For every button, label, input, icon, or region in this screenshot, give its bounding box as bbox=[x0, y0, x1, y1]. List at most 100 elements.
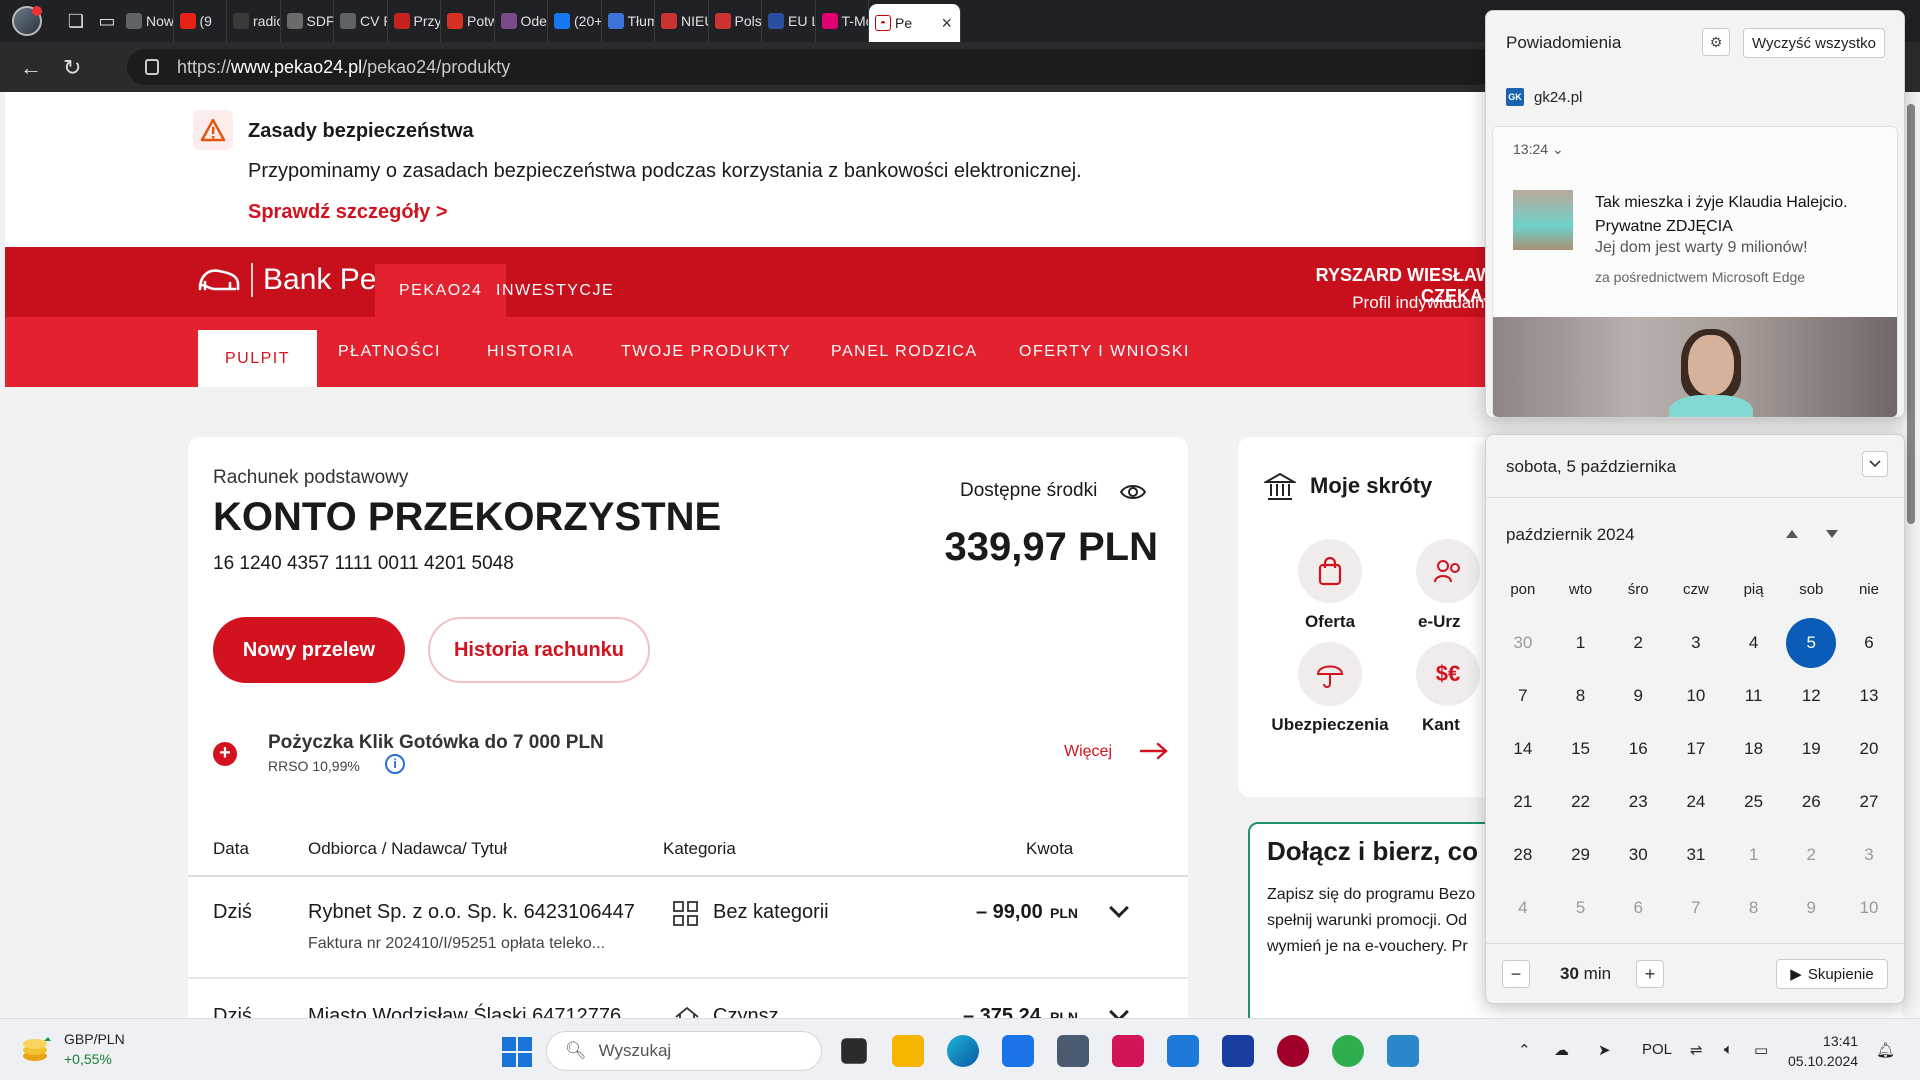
calendar-day[interactable]: 21 bbox=[1494, 775, 1552, 828]
insurance-shortcut-icon[interactable] bbox=[1298, 642, 1362, 706]
tab-actions-icon[interactable]: ▭ bbox=[95, 9, 119, 33]
calendar-day[interactable]: 7 bbox=[1494, 669, 1552, 722]
collapse-calendar-icon[interactable] bbox=[1862, 451, 1888, 477]
loan-title[interactable]: Pożyczka Klik Gotówka do 7 000 PLN bbox=[268, 732, 604, 754]
browser-tab[interactable]: SDF Pu bbox=[281, 0, 334, 42]
calendar-day[interactable]: 22 bbox=[1552, 775, 1610, 828]
notification-time[interactable]: 13:24 ⌄ bbox=[1513, 141, 1564, 158]
profile-avatar[interactable] bbox=[12, 6, 42, 36]
calendar-day[interactable]: 2 bbox=[1782, 828, 1840, 881]
calendar-day[interactable]: 30 bbox=[1494, 616, 1552, 669]
start-icon[interactable] bbox=[502, 1037, 532, 1067]
notification-source[interactable]: GK gk24.pl bbox=[1506, 88, 1582, 106]
focus-increase-button[interactable]: + bbox=[1636, 960, 1664, 988]
calendar-day[interactable]: 19 bbox=[1782, 722, 1840, 775]
focus-decrease-button[interactable]: − bbox=[1502, 960, 1530, 988]
network-icon[interactable]: ⇌ bbox=[1690, 1041, 1703, 1059]
d-app-icon[interactable] bbox=[1277, 1035, 1309, 1067]
reload-icon[interactable]: ↻ bbox=[63, 55, 81, 81]
browser-tab[interactable]: Odebr bbox=[495, 0, 548, 42]
shortcut-eurzad[interactable]: e-Urz bbox=[1418, 612, 1461, 632]
plus-icon[interactable]: + bbox=[213, 742, 237, 766]
calendar-day[interactable]: 6 bbox=[1840, 616, 1898, 669]
browser-tab[interactable]: Potwie bbox=[441, 0, 495, 42]
ticker-symbol[interactable]: GBP/PLN bbox=[64, 1031, 125, 1047]
store-icon[interactable] bbox=[1002, 1035, 1034, 1067]
arrow-right-icon[interactable] bbox=[1140, 742, 1168, 760]
globe-app-icon[interactable] bbox=[1332, 1035, 1364, 1067]
menu-oferty-i-wnioski[interactable]: OFERTY I WNIOSKI bbox=[1019, 317, 1190, 387]
shortcut-ubezpieczenia[interactable]: Ubezpieczenia bbox=[1268, 715, 1392, 735]
calendar-day-today[interactable]: 5 bbox=[1782, 616, 1840, 669]
remote-desktop-icon[interactable] bbox=[1387, 1035, 1419, 1067]
shortcut-kantor[interactable]: Kant bbox=[1422, 715, 1460, 735]
browser-tab[interactable]: Przypo bbox=[388, 0, 441, 42]
offer-shortcut-icon[interactable] bbox=[1298, 539, 1362, 603]
alert-details-link[interactable]: Sprawdź szczegóły > bbox=[248, 201, 448, 224]
notification-settings-icon[interactable]: ⚙ bbox=[1702, 28, 1730, 56]
virtualbox-icon[interactable] bbox=[1057, 1035, 1089, 1067]
chevron-down-icon[interactable] bbox=[1109, 1002, 1129, 1018]
cloud-icon[interactable]: ☁ bbox=[1554, 1041, 1569, 1059]
calendar-day[interactable]: 29 bbox=[1552, 828, 1610, 881]
browser-tab[interactable]: Nowa bbox=[120, 0, 174, 42]
close-tab-icon[interactable]: × bbox=[941, 13, 952, 34]
profile-type[interactable]: Profil indywidualny bbox=[1305, 293, 1493, 313]
loan-more-link[interactable]: Więcej bbox=[1064, 743, 1112, 761]
calendar-day[interactable]: 5 bbox=[1552, 881, 1610, 934]
calendar-day[interactable]: 10 bbox=[1840, 881, 1898, 934]
calendar-day[interactable]: 4 bbox=[1494, 881, 1552, 934]
menu-platnosci[interactable]: PŁATNOŚCI bbox=[338, 317, 441, 387]
previous-month-icon[interactable] bbox=[1786, 530, 1798, 538]
save-app-icon[interactable] bbox=[1222, 1035, 1254, 1067]
calendar-day[interactable]: 31 bbox=[1667, 828, 1725, 881]
calendar-day[interactable]: 7 bbox=[1667, 881, 1725, 934]
shield-app-icon[interactable] bbox=[1167, 1035, 1199, 1067]
coins-icon[interactable] bbox=[20, 1035, 54, 1065]
menu-twoje-produkty[interactable]: TWOJE PRODUKTY bbox=[621, 317, 791, 387]
next-month-icon[interactable] bbox=[1826, 530, 1838, 538]
row-category[interactable]: Bez kategorii bbox=[713, 901, 829, 924]
browser-tab[interactable]: (20+) F bbox=[548, 0, 602, 42]
notification-card[interactable]: 13:24 ⌄ Tak mieszka i żyje Klaudia Halej… bbox=[1492, 126, 1898, 417]
calendar-day[interactable]: 15 bbox=[1552, 722, 1610, 775]
new-transfer-button[interactable]: Nowy przelew bbox=[213, 617, 405, 683]
table-row[interactable]: Dziś Rybnet Sp. z o.o. Sp. k. 6423106447… bbox=[188, 877, 1188, 979]
notification-bell-icon[interactable]: 🔔︎ bbox=[1876, 1041, 1895, 1059]
account-history-button[interactable]: Historia rachunku bbox=[428, 617, 650, 683]
browser-tab[interactable]: NIEUK bbox=[655, 0, 709, 42]
calendar-day[interactable]: 14 bbox=[1494, 722, 1552, 775]
calendar-day[interactable]: 30 bbox=[1609, 828, 1667, 881]
calendar-day[interactable]: 18 bbox=[1725, 722, 1783, 775]
ticker-change[interactable]: +0,55% bbox=[64, 1051, 112, 1067]
menu-pulpit[interactable]: PULPIT bbox=[198, 330, 318, 387]
calendar-day[interactable]: 8 bbox=[1725, 881, 1783, 934]
menu-historia[interactable]: HISTORIA bbox=[487, 317, 574, 387]
calendar-day[interactable]: 6 bbox=[1609, 881, 1667, 934]
shortcut-oferta[interactable]: Oferta bbox=[1293, 612, 1367, 632]
calendar-month[interactable]: październik 2024 bbox=[1506, 525, 1635, 545]
calendar-day[interactable]: 26 bbox=[1782, 775, 1840, 828]
calendar-day[interactable]: 8 bbox=[1552, 669, 1610, 722]
calendar-day[interactable]: 12 bbox=[1782, 669, 1840, 722]
chevron-down-icon[interactable] bbox=[1109, 898, 1129, 918]
calendar-day[interactable]: 13 bbox=[1840, 669, 1898, 722]
table-row[interactable]: Dziś Miasto Wodzisław Śląski 64712776 Cz… bbox=[188, 981, 1188, 1018]
file-explorer-icon[interactable] bbox=[892, 1035, 924, 1067]
info-icon[interactable]: i bbox=[385, 754, 405, 774]
task-view-icon[interactable] bbox=[841, 1038, 867, 1064]
calendar-day[interactable]: 16 bbox=[1609, 722, 1667, 775]
calendar-day[interactable]: 4 bbox=[1725, 616, 1783, 669]
calendar-day[interactable]: 9 bbox=[1609, 669, 1667, 722]
calendar-day[interactable]: 1 bbox=[1552, 616, 1610, 669]
calendar-day[interactable]: 1 bbox=[1725, 828, 1783, 881]
account-name[interactable]: KONTO PRZEKORZYSTNE bbox=[213, 495, 721, 540]
scrollbar-thumb[interactable] bbox=[1907, 104, 1915, 524]
edge-icon[interactable] bbox=[947, 1035, 979, 1067]
calendar-day[interactable]: 10 bbox=[1667, 669, 1725, 722]
browser-tab-active[interactable]: ◓ Pe × bbox=[869, 4, 961, 42]
calendar-day[interactable]: 24 bbox=[1667, 775, 1725, 828]
browser-tab[interactable]: CV Rys bbox=[334, 0, 388, 42]
chevron-up-icon[interactable]: ⌃ bbox=[1518, 1041, 1531, 1059]
calendar-day[interactable]: 9 bbox=[1782, 881, 1840, 934]
